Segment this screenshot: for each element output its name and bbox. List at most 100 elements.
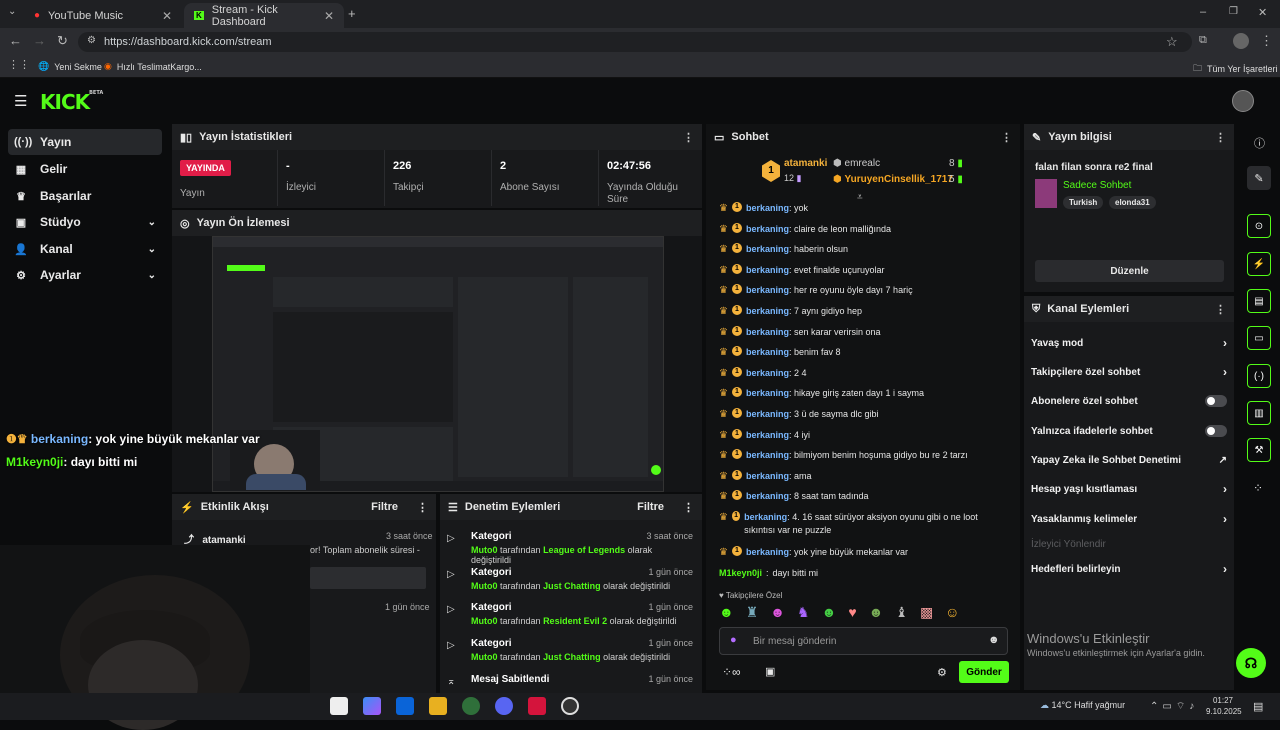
channel-action-item[interactable]: Yavaş mod › [1031, 336, 1227, 350]
channel-actions-menu-icon[interactable]: ⋮ [1215, 303, 1226, 316]
chat-user[interactable]: berkaning [746, 244, 789, 254]
emote-icon[interactable]: ▩ [920, 604, 933, 622]
stream-info-menu-icon[interactable]: ⋮ [1215, 131, 1226, 144]
chat-user[interactable]: berkaning [746, 491, 789, 501]
channel-action-item[interactable]: Yalnızca ifadelerle sohbet [1031, 424, 1227, 438]
gift-icon[interactable]: ▣ [765, 665, 775, 678]
profile-avatar[interactable] [1233, 33, 1249, 49]
sidebar-item-2[interactable]: ♛ Başarılar [8, 183, 162, 209]
sidebar-item-5[interactable]: ⚙ Ayarlar ⌄ [8, 262, 162, 288]
chevron-down-icon[interactable]: ⌄ [148, 244, 156, 255]
microphone-icon[interactable]: ● [730, 634, 737, 646]
address-bar[interactable]: ⚙ https://dashboard.kick.com/stream [78, 32, 1192, 52]
taskbar-app-icon[interactable] [363, 697, 381, 715]
emote-icon[interactable]: ☻ [869, 604, 884, 622]
sidebar-item-3[interactable]: ▣ Stüdyo ⌄ [8, 209, 162, 235]
chat-user[interactable]: berkaning [746, 450, 789, 460]
clock[interactable]: 01:27 9.10.2025 [1206, 695, 1242, 717]
channel-action-item[interactable]: Takipçilere özel sohbet › [1031, 365, 1227, 379]
toggle-switch[interactable] [1205, 395, 1227, 407]
rail-button[interactable]: ▥ [1247, 401, 1271, 425]
new-tab-icon[interactable]: + [348, 6, 356, 21]
taskbar-app-icon[interactable] [330, 697, 348, 715]
chat-user[interactable]: berkaning [746, 327, 789, 337]
sidebar-item-1[interactable]: ▦ Gelir [8, 156, 162, 182]
chat-user[interactable]: berkaning [746, 547, 789, 557]
forward-icon[interactable]: → [33, 33, 46, 48]
close-tab-icon[interactable]: ✕ [324, 9, 334, 23]
close-window-icon[interactable]: ✕ [1258, 6, 1267, 19]
taskbar-app-icon[interactable] [429, 697, 447, 715]
emote-icon[interactable]: ♝ [895, 604, 908, 622]
chrome-taskbar-icon[interactable] [462, 697, 480, 715]
gifter-3[interactable]: ⬢ YuruyenCinsellik_1717 [833, 174, 953, 185]
kick-logo[interactable]: KICKBETA [40, 90, 103, 114]
system-tray[interactable]: ⌃▭⌔♪ [1150, 700, 1198, 713]
emote-icon[interactable]: ☻ [770, 604, 785, 622]
rail-button[interactable]: ▭ [1247, 326, 1271, 350]
obs-taskbar-icon[interactable] [561, 697, 579, 715]
rail-button[interactable]: ⚒ [1247, 438, 1271, 462]
bookmark-star-icon[interactable]: ☆ [1166, 34, 1178, 50]
taskbar-app-icon[interactable] [528, 697, 546, 715]
channel-action-item[interactable]: Abonelere özel sohbet [1031, 394, 1227, 408]
emote-icon[interactable]: ☺ [945, 604, 959, 622]
mod-menu-icon[interactable]: ⋮ [683, 501, 694, 514]
reload-icon[interactable]: ↻ [57, 33, 68, 49]
discord-taskbar-icon[interactable] [495, 697, 513, 715]
channel-action-item[interactable]: Hesap yaşı kısıtlaması › [1031, 482, 1227, 496]
close-tab-icon[interactable]: ✕ [162, 9, 172, 23]
rail-button[interactable]: ▤ [1247, 289, 1271, 313]
rail-button[interactable]: ⚡ [1247, 252, 1271, 276]
emote-icon[interactable]: ♞ [797, 604, 810, 622]
chat-user[interactable]: berkaning [746, 347, 789, 357]
chat-user[interactable]: berkaning [746, 368, 789, 378]
activity-menu-icon[interactable]: ⋮ [417, 501, 428, 514]
weather-widget[interactable]: ☁ 14°C Hafif yağmur [1040, 700, 1125, 711]
emote-icon[interactable]: ☻ [822, 604, 837, 622]
emote-icon[interactable]: ♥ [848, 604, 856, 622]
mod-filter-button[interactable]: Filtre [637, 501, 664, 513]
info-icon[interactable]: ⓘ [1254, 135, 1265, 151]
chat-user[interactable]: berkaning [746, 409, 789, 419]
toggle-switch[interactable] [1205, 425, 1227, 437]
chat-user[interactable]: berkaning [746, 265, 789, 275]
emote-icon[interactable]: ♜ [746, 604, 759, 622]
restore-icon[interactable]: ❐ [1229, 6, 1238, 17]
chat-input-box[interactable]: ● Bir mesaj gönderin ☻ [719, 627, 1008, 655]
chat-settings-icon[interactable]: ⚙ [937, 666, 947, 679]
activity-filter-button[interactable]: Filtre [371, 501, 398, 513]
apps-icon[interactable]: ⁘ [1253, 481, 1263, 495]
chat-menu-icon[interactable]: ⋮ [1001, 131, 1012, 144]
chat-user[interactable]: berkaning [746, 285, 789, 295]
help-chat-button[interactable]: ☊ [1236, 648, 1266, 678]
points-icon[interactable]: ⁘∞ [722, 665, 741, 679]
chat-user[interactable]: berkaning [746, 430, 789, 440]
menu-kebab-icon[interactable]: ⋮ [1260, 33, 1273, 49]
back-icon[interactable]: ← [9, 33, 22, 48]
notifications-icon[interactable]: ▤ [1253, 700, 1263, 713]
extensions-icon[interactable]: ⧉ [1199, 34, 1207, 47]
tab-kick-dashboard[interactable]: K Stream - Kick Dashboard ✕ [184, 3, 344, 28]
rail-button[interactable]: (·) [1247, 364, 1271, 388]
stats-menu-icon[interactable]: ⋮ [683, 131, 694, 144]
chat-user[interactable]: berkaning [746, 203, 789, 213]
emote-icon[interactable]: ☻ [719, 604, 734, 622]
channel-action-item[interactable]: Yapay Zeka ile Sohbet Denetimi ↗ [1031, 453, 1227, 467]
edit-stream-button[interactable]: Düzenle [1035, 260, 1224, 282]
chevron-down-icon[interactable]: ⌄ [148, 270, 156, 281]
apps-grid-icon[interactable]: ⋮⋮ [8, 58, 30, 71]
bookmark-all[interactable]: 🗀 Tüm Yer İşaretleri [1193, 61, 1278, 77]
taskbar-app-icon[interactable] [396, 697, 414, 715]
chat-user[interactable]: M1keyn0ji [719, 567, 762, 580]
channel-action-item[interactable]: Yasaklanmış kelimeler › [1031, 512, 1227, 526]
rail-button[interactable]: ⊙ [1247, 214, 1271, 238]
hamburger-menu-icon[interactable]: ☰ [14, 92, 27, 110]
send-button[interactable]: Gönder [959, 661, 1009, 683]
chat-user[interactable]: berkaning [746, 388, 789, 398]
sidebar-item-0[interactable]: ((·)) Yayın [8, 129, 162, 155]
rail-edit-button[interactable]: ✎ [1247, 166, 1271, 190]
tab-youtube-music[interactable]: ● YouTube Music ✕ [24, 3, 182, 28]
chat-user[interactable]: berkaning [744, 512, 787, 522]
top-gifter-name[interactable]: atamanki [784, 158, 827, 169]
